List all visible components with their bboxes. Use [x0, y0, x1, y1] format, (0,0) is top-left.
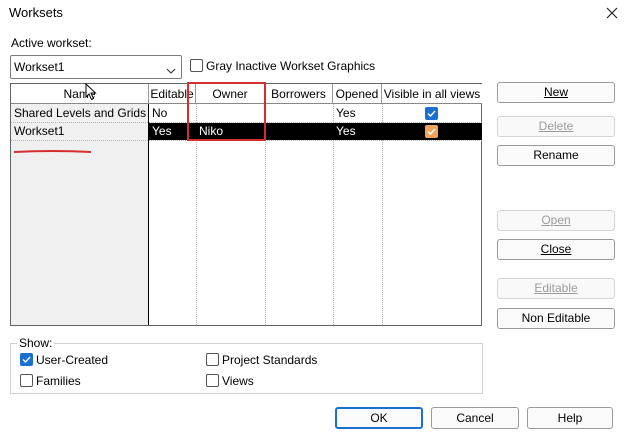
- active-workset-dropdown[interactable]: Workset1: [10, 55, 182, 79]
- chevron-down-icon: [166, 63, 176, 77]
- user-created-checkbox[interactable]: [20, 353, 33, 366]
- annotation-underline: [13, 143, 92, 153]
- rename-button[interactable]: Rename: [497, 145, 615, 166]
- help-button[interactable]: Help: [527, 407, 613, 429]
- non-editable-button[interactable]: Non Editable: [497, 308, 615, 329]
- ok-button[interactable]: OK: [335, 407, 423, 429]
- active-workset-value: Workset1: [14, 60, 65, 74]
- title-bar: Worksets: [0, 0, 631, 30]
- checkmark-icon: [425, 125, 438, 138]
- show-label: Show:: [17, 336, 55, 350]
- cell-opened[interactable]: Yes: [333, 105, 382, 122]
- user-created-label: User-Created: [36, 353, 109, 367]
- project-standards-checkbox[interactable]: [206, 353, 219, 366]
- cancel-button[interactable]: Cancel: [431, 407, 519, 429]
- visible-checkbox[interactable]: [425, 125, 438, 138]
- cell-opened[interactable]: Yes: [333, 123, 382, 140]
- cell-name-workset1[interactable]: Workset1: [11, 123, 149, 140]
- annotation-highlight-box: [187, 82, 266, 141]
- cell-borrowers[interactable]: [265, 123, 333, 140]
- checkmark-icon: [425, 107, 438, 120]
- views-label: Views: [222, 374, 254, 388]
- cell-borrowers[interactable]: [265, 105, 333, 122]
- families-checkbox[interactable]: [20, 374, 33, 387]
- column-header-opened[interactable]: Opened: [333, 84, 382, 104]
- close-icon[interactable]: [599, 2, 625, 24]
- project-standards-label: Project Standards: [222, 353, 318, 367]
- new-button[interactable]: New: [497, 82, 615, 103]
- delete-button[interactable]: Delete: [497, 116, 615, 137]
- column-header-name[interactable]: Name: [11, 84, 149, 104]
- editable-button[interactable]: Editable: [497, 278, 615, 299]
- open-button[interactable]: Open: [497, 210, 615, 231]
- window-title: Worksets: [9, 5, 63, 20]
- gray-inactive-checkbox[interactable]: [190, 59, 203, 72]
- cell-name-shared-levels[interactable]: Shared Levels and Grids: [11, 105, 149, 122]
- visible-checkbox[interactable]: [425, 107, 438, 120]
- active-workset-label: Active workset:: [11, 36, 92, 50]
- families-label: Families: [36, 374, 81, 388]
- gray-inactive-label: Gray Inactive Workset Graphics: [206, 59, 376, 73]
- mouse-cursor-icon: [85, 82, 97, 104]
- column-header-visible[interactable]: Visible in all views: [382, 84, 482, 104]
- close-button[interactable]: Close: [497, 239, 615, 260]
- views-checkbox[interactable]: [206, 374, 219, 387]
- column-header-borrowers[interactable]: Borrowers: [265, 84, 333, 104]
- checkmark-icon: [22, 356, 31, 363]
